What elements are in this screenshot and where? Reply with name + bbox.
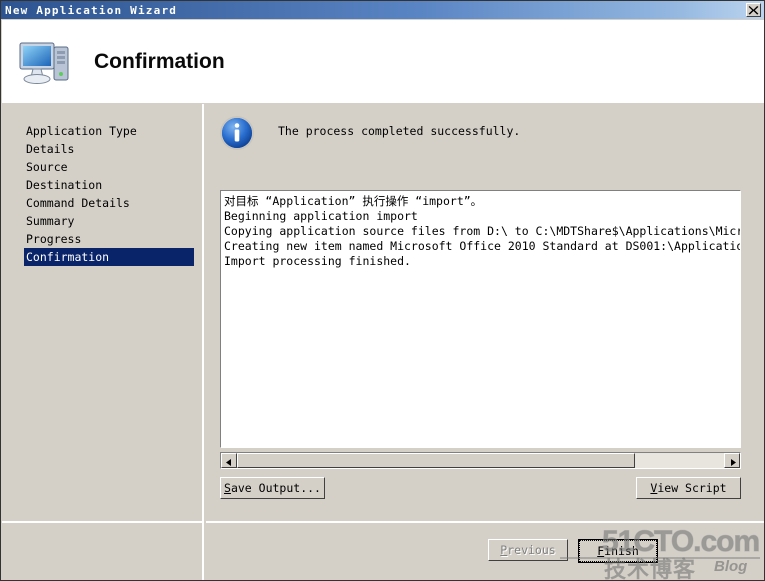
horizontal-scrollbar[interactable]	[220, 452, 741, 469]
scrollbar-track[interactable]	[237, 453, 724, 468]
scroll-right-button[interactable]	[724, 453, 740, 468]
previous-label: revious	[507, 543, 556, 557]
previous-button[interactable]: Previous	[488, 539, 568, 561]
footer-divider	[206, 521, 764, 523]
close-icon	[748, 5, 759, 15]
status-message: The process completed successfully.	[278, 124, 521, 138]
view-script-label: iew Script	[657, 481, 727, 495]
log-line: 对目标 “Application” 执行操作 “import”。	[224, 194, 483, 208]
view-script-button[interactable]: View Script	[636, 477, 741, 499]
wizard-steps-sidebar: Application Type Details Source Destinat…	[2, 104, 204, 580]
close-button[interactable]	[746, 3, 761, 17]
status-row: The process completed successfully.	[218, 114, 520, 152]
output-log-content: 对目标 “Application” 执行操作 “import”。 Beginni…	[221, 191, 740, 269]
scroll-left-button[interactable]	[221, 453, 237, 468]
sidebar-item-command-details[interactable]: Command Details	[24, 194, 194, 212]
save-output-label: ave Output...	[230, 481, 321, 495]
wizard-header: Confirmation	[2, 20, 764, 103]
title-bar[interactable]: New Application Wizard	[1, 1, 764, 19]
finish-button[interactable]: Finish	[578, 539, 658, 563]
info-icon	[218, 114, 256, 152]
sidebar-item-application-type[interactable]: Application Type	[24, 122, 194, 140]
save-output-button[interactable]: Save Output...	[220, 477, 325, 499]
sidebar-footer-divider	[2, 521, 204, 523]
log-line: Import processing finished.	[224, 254, 411, 268]
finish-label: inish	[604, 544, 639, 558]
page-title: Confirmation	[94, 49, 225, 73]
sidebar-item-confirmation[interactable]: Confirmation	[24, 248, 194, 266]
triangle-left-icon	[225, 451, 233, 470]
window-title: New Application Wizard	[5, 3, 178, 17]
log-line: Copying application source files from D:…	[224, 224, 741, 238]
sidebar-item-destination[interactable]: Destination	[24, 176, 194, 194]
save-output-accel: S	[224, 481, 231, 495]
sidebar-item-details[interactable]: Details	[24, 140, 194, 158]
sidebar-item-progress[interactable]: Progress	[24, 230, 194, 248]
output-log-box[interactable]: 对目标 “Application” 执行操作 “import”。 Beginni…	[220, 190, 741, 448]
triangle-right-icon	[729, 451, 736, 470]
scrollbar-thumb[interactable]	[237, 453, 635, 468]
log-line: Beginning application import	[224, 209, 418, 223]
sidebar-item-summary[interactable]: Summary	[24, 212, 194, 230]
computer-icon	[16, 34, 72, 90]
sidebar-item-source[interactable]: Source	[24, 158, 194, 176]
new-application-wizard-dialog: New Application Wizard Confirmation Appl…	[0, 0, 765, 581]
log-line: Creating new item named Microsoft Office…	[224, 239, 741, 253]
content-panel: The process completed successfully. 对目标 …	[206, 104, 764, 580]
